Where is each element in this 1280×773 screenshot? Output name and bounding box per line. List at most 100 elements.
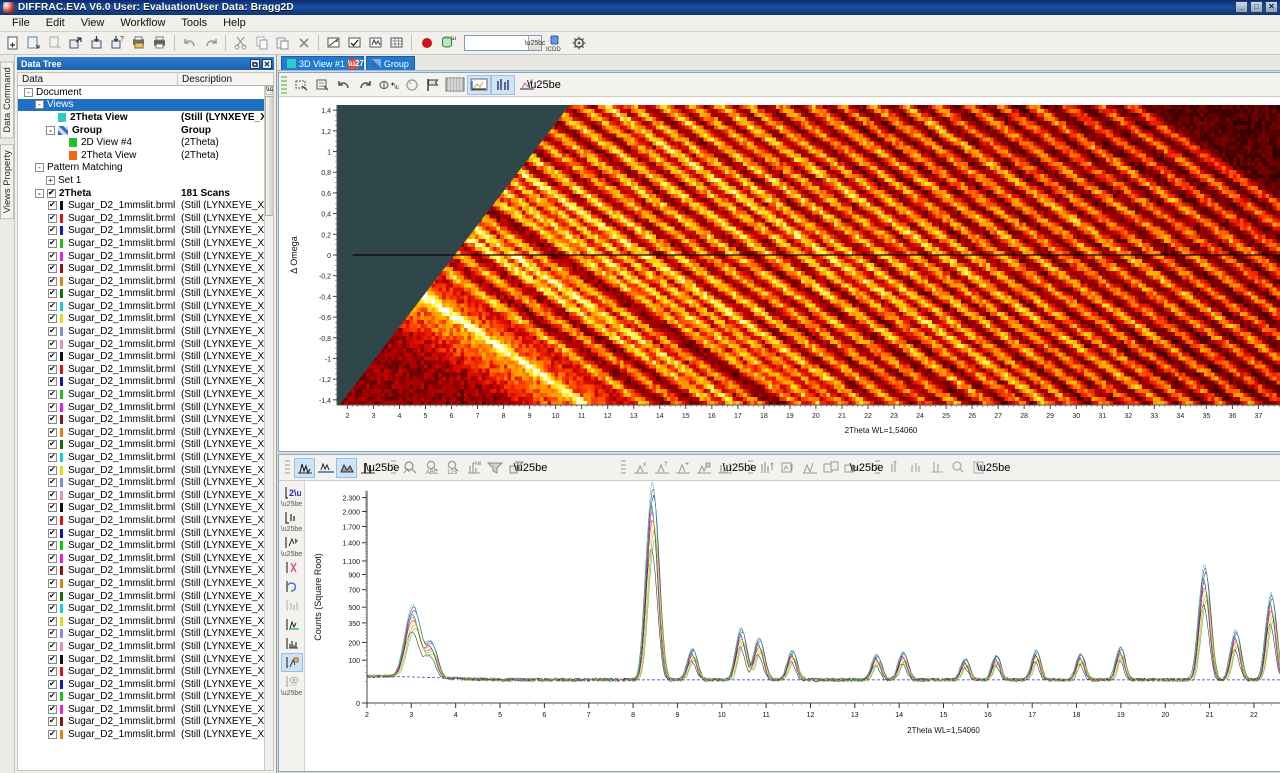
overflow-icon[interactable]: \u25be	[862, 458, 871, 478]
cursor-icon[interactable]	[281, 533, 303, 552]
scan-row[interactable]: Sugar_D2_1mmslit.brml #25(Still (LYNXEYE…	[18, 502, 273, 515]
scan-checkbox[interactable]	[48, 277, 57, 286]
area-integrate-icon[interactable]	[693, 458, 714, 478]
menu-item-workflow[interactable]: Workflow	[112, 15, 173, 31]
record-icon[interactable]	[416, 33, 437, 53]
scan-row[interactable]: Sugar_D2_1mmslit.brml #31(Still (LYNXEYE…	[18, 577, 273, 590]
close-button[interactable]: ✕	[1265, 1, 1278, 13]
tree-row[interactable]: -Document	[18, 86, 273, 99]
data-tree-body[interactable]: -Document-Views2Theta View(Still (LYNXEY…	[17, 86, 274, 771]
peaks-icon[interactable]	[491, 75, 515, 95]
tree-row[interactable]: 2D View #4(2Theta)	[18, 136, 273, 149]
scan-row[interactable]: Sugar_D2_1mmslit.brml #43(Still (LYNXEYE…	[18, 728, 273, 741]
minimize-button[interactable]: _	[1235, 1, 1248, 13]
tree-expander[interactable]: +	[46, 176, 55, 185]
scan-checkbox[interactable]	[48, 264, 57, 273]
scan-checkbox[interactable]	[48, 314, 57, 323]
tab-group[interactable]: Group	[366, 56, 415, 70]
scan-row[interactable]: Sugar_D2_1mmslit.brml #7(Still (LYNXEYE_…	[18, 275, 273, 288]
line-chart-svg[interactable]: 01002003505007009001.1001.4001.7002.0002…	[305, 481, 1280, 739]
copy-icon[interactable]	[251, 33, 272, 53]
crystal-stack-icon[interactable]	[926, 458, 947, 478]
gear-icon[interactable]	[568, 33, 589, 53]
scan-row[interactable]: Sugar_D2_1mmslit.brml #38(Still (LYNXEYE…	[18, 665, 273, 678]
export-icon[interactable]	[65, 33, 86, 53]
scan-checkbox[interactable]	[48, 667, 57, 676]
scan-display-icon[interactable]	[294, 458, 315, 478]
scan-row[interactable]: Sugar_D2_1mmslit.brml #4(Still (LYNXEYE_…	[18, 237, 273, 250]
tree-scrollbar[interactable]: \u25b2	[264, 86, 273, 770]
scan-row[interactable]: Sugar_D2_1mmslit.brml #11(Still (LYNXEYE…	[18, 325, 273, 338]
scan-row[interactable]: Sugar_D2_1mmslit.brml #15(Still (LYNXEYE…	[18, 376, 273, 389]
scan-checkbox[interactable]	[48, 566, 57, 575]
scan-row[interactable]: Sugar_D2_1mmslit.brml #9(Still (LYNXEYE_…	[18, 300, 273, 313]
scan-row[interactable]: Sugar_D2_1mmslit.brml #10(Still (LYNXEYE…	[18, 313, 273, 326]
scan-checkbox[interactable]	[48, 428, 57, 437]
scan-row[interactable]: Sugar_D2_1mmslit.brml #5(Still (LYNXEYE_…	[18, 250, 273, 263]
scan-row[interactable]: Sugar_D2_1mmslit.brml #18(Still (LYNXEYE…	[18, 413, 273, 426]
scan-checkbox[interactable]	[48, 503, 57, 512]
scan-row[interactable]: Sugar_D2_1mmslit.brml #19(Still (LYNXEYE…	[18, 426, 273, 439]
overflow-icon[interactable]: \u25be	[735, 458, 744, 478]
scan-checkbox[interactable]	[48, 717, 57, 726]
heatmap-svg[interactable]: 1,41,210,80,60,40,20-0,2-0,4-0,6-0,8-1-1…	[279, 97, 1280, 449]
menu-item-help[interactable]: Help	[215, 15, 254, 31]
scan-checkbox[interactable]	[48, 579, 57, 588]
label-123-icon[interactable]: 123	[442, 458, 463, 478]
histogram-icon[interactable]	[281, 596, 303, 615]
scan-checkbox[interactable]	[48, 478, 57, 487]
scan-row[interactable]: Sugar_D2_1mmslit.brml #41(Still (LYNXEYE…	[18, 703, 273, 716]
scan-row[interactable]: Sugar_D2_1mmslit.brml #17(Still (LYNXEYE…	[18, 401, 273, 414]
toolbar-grip[interactable]	[285, 460, 290, 476]
scissors-icon[interactable]	[281, 558, 303, 577]
tree-row[interactable]: +Set 1	[18, 174, 273, 187]
scan-row[interactable]: Sugar_D2_1mmslit.brml #34(Still (LYNXEYE…	[18, 615, 273, 628]
tab-3d-view-1[interactable]: 3D View #1 \u2715	[281, 56, 364, 70]
scan-checkbox[interactable]	[48, 516, 57, 525]
print-icon[interactable]	[149, 33, 170, 53]
scan-row[interactable]: Sugar_D2_1mmslit.brml #27(Still (LYNXEYE…	[18, 527, 273, 540]
select-area-icon[interactable]	[323, 33, 344, 53]
vtab-views-property[interactable]: Views Property	[0, 144, 14, 219]
column-header-data[interactable]: Data	[18, 73, 178, 85]
select-pattern-icon[interactable]	[365, 33, 386, 53]
scan-row[interactable]: Sugar_D2_1mmslit.brml #32(Still (LYNXEYE…	[18, 590, 273, 603]
undo-icon[interactable]	[333, 75, 354, 95]
scan-checkbox[interactable]	[48, 453, 57, 462]
database-icon[interactable]: \u00ae	[437, 33, 458, 53]
scan-row[interactable]: Sugar_D2_1mmslit.brml #42(Still (LYNXEYE…	[18, 716, 273, 729]
scan-row[interactable]: Sugar_D2_1mmslit.brml #3(Still (LYNXEYE_…	[18, 225, 273, 238]
icdd-button[interactable]: ICDD	[542, 33, 568, 53]
crystal-compare-icon[interactable]	[905, 458, 926, 478]
tree-row[interactable]: 2Theta View(Still (LYNXEYE_XE_T	[18, 111, 273, 124]
pan-icon[interactable]: \u25be	[375, 75, 401, 95]
scan-row[interactable]: Sugar_D2_1mmslit.brml #16(Still (LYNXEYE…	[18, 388, 273, 401]
scan-checkbox[interactable]	[48, 604, 57, 613]
scan-checkbox[interactable]	[48, 541, 57, 550]
scan-checkbox[interactable]	[48, 491, 57, 500]
scan-checkbox[interactable]	[48, 289, 57, 298]
undo-icon[interactable]	[179, 33, 200, 53]
scan-row[interactable]: Sugar_D2_1mmslit.brml #40(Still (LYNXEYE…	[18, 691, 273, 704]
table-view-icon[interactable]	[386, 33, 407, 53]
overflow-icon[interactable]: \u25be	[378, 458, 387, 478]
redo-icon[interactable]	[200, 33, 221, 53]
zoom-reset-icon[interactable]	[312, 75, 333, 95]
scan-checkbox[interactable]	[48, 655, 57, 664]
crystal-search-icon[interactable]	[947, 458, 968, 478]
scan-checkbox[interactable]	[48, 692, 57, 701]
scan-checkbox[interactable]	[48, 415, 57, 424]
tree-row[interactable]: -Pattern Matching	[18, 162, 273, 175]
scan-row[interactable]: Sugar_D2_1mmslit.brml #22(Still (LYNXEYE…	[18, 464, 273, 477]
tree-expander[interactable]: -	[35, 100, 44, 109]
scan-checkbox[interactable]	[48, 226, 57, 235]
tree-expander[interactable]: -	[35, 163, 44, 172]
cut-icon[interactable]	[230, 33, 251, 53]
vtab-data-command[interactable]: Data Command	[0, 61, 14, 138]
overflow-icon[interactable]: \u25be	[989, 458, 998, 478]
scan-row[interactable]: Sugar_D2_1mmslit.brml #1(Still (LYNXEYE_…	[18, 199, 273, 212]
scan-checkbox[interactable]	[48, 201, 57, 210]
scan-row[interactable]: Sugar_D2_1mmslit.brml #37(Still (LYNXEYE…	[18, 653, 273, 666]
scan-row[interactable]: Sugar_D2_1mmslit.brml #29(Still (LYNXEYE…	[18, 552, 273, 565]
scan-row[interactable]: Sugar_D2_1mmslit.brml #8(Still (LYNXEYE_…	[18, 288, 273, 301]
